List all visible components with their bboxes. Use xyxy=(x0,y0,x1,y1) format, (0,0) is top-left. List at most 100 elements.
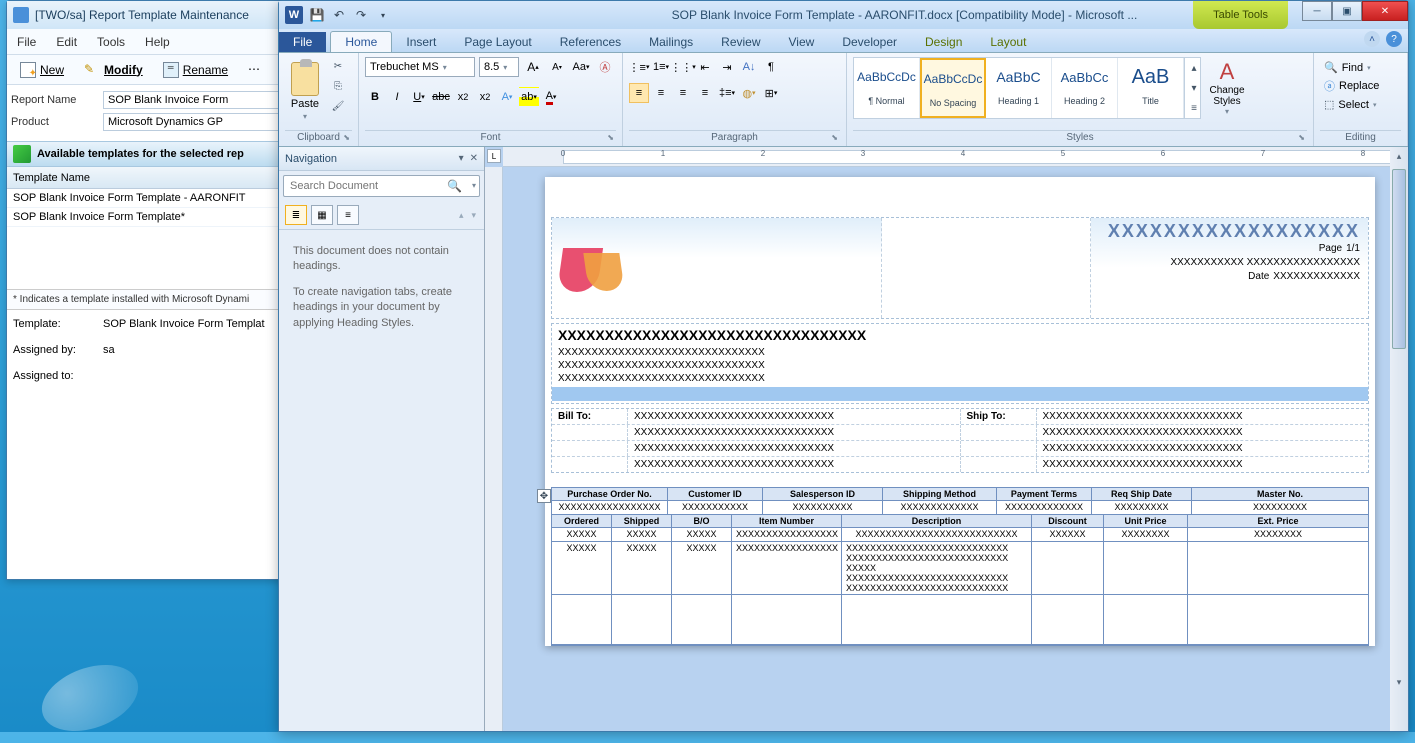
tab-view[interactable]: View xyxy=(775,32,829,52)
ship-to-label[interactable]: Ship To: xyxy=(961,409,1037,424)
tab-selector[interactable]: L xyxy=(487,149,501,163)
document-page[interactable]: XXXXXXXXXXXXXXXXXX Page1/1 XXXXXXXXXXX X… xyxy=(545,177,1375,646)
menu-file[interactable]: File xyxy=(17,35,36,49)
help-icon[interactable]: ? xyxy=(1386,31,1402,47)
nav-search-dropdown-icon[interactable]: ▾ xyxy=(472,181,476,190)
clipboard-dialog-icon[interactable]: ⬊ xyxy=(343,133,350,142)
style-title[interactable]: AaBTitle xyxy=(1118,58,1184,118)
font-color-button[interactable]: A▾ xyxy=(541,87,561,107)
search-icon[interactable]: 🔍 xyxy=(447,179,462,193)
font-name-combo[interactable]: Trebuchet MS▾ xyxy=(365,57,475,77)
highlight-button[interactable]: ab▾ xyxy=(519,87,539,107)
redo-icon[interactable]: ↷ xyxy=(353,7,369,23)
invoice-header-right[interactable]: XXXXXXXXXXXXXXXXXX Page1/1 XXXXXXXXXXX X… xyxy=(1091,218,1368,318)
menu-edit[interactable]: Edit xyxy=(56,35,77,49)
tab-mailings[interactable]: Mailings xyxy=(635,32,707,52)
change-styles-button[interactable]: AChange Styles▾ xyxy=(1205,57,1249,116)
close-button[interactable]: ✕ xyxy=(1362,1,1408,21)
clear-formatting-button[interactable]: Ⓐ xyxy=(595,57,615,77)
align-right-button[interactable]: ≡ xyxy=(673,83,693,103)
table-move-handle[interactable]: ✥ xyxy=(537,489,551,503)
bold-button[interactable]: B xyxy=(365,87,385,107)
invoice-logo-cell[interactable] xyxy=(552,218,882,318)
styles-expand[interactable]: ≡ xyxy=(1185,98,1203,118)
qat-dropdown-icon[interactable]: ▾ xyxy=(375,7,391,23)
bill-to-label[interactable]: Bill To: xyxy=(552,409,628,424)
style-no-spacing[interactable]: AaBbCcDcNo Spacing xyxy=(920,58,986,118)
tab-review[interactable]: Review xyxy=(707,32,774,52)
scroll-up-button[interactable]: ▴ xyxy=(1390,147,1408,165)
vertical-ruler[interactable] xyxy=(485,167,503,731)
superscript-button[interactable]: x2 xyxy=(475,87,495,107)
invoice-data-table[interactable]: Purchase Order No. Customer ID Salespers… xyxy=(551,487,1369,646)
tab-home[interactable]: Home xyxy=(330,31,392,52)
tab-insert[interactable]: Insert xyxy=(392,32,450,52)
font-size-combo[interactable]: 8.5▾ xyxy=(479,57,519,77)
vertical-scrollbar[interactable]: ▴ ▾ xyxy=(1390,147,1408,731)
nav-next-icon[interactable]: ▾ xyxy=(469,210,478,221)
styles-gallery[interactable]: AaBbCcDc¶ Normal AaBbCcDcNo Spacing AaBb… xyxy=(853,57,1201,119)
save-icon[interactable]: 💾 xyxy=(309,7,325,23)
shrink-font-button[interactable]: A▾ xyxy=(547,57,567,77)
increase-indent-button[interactable]: ⇥ xyxy=(717,57,737,77)
justify-button[interactable]: ≡ xyxy=(695,83,715,103)
maximize-button[interactable]: ▣ xyxy=(1332,1,1362,21)
paragraph-dialog-icon[interactable]: ⬊ xyxy=(831,133,838,142)
nav-prev-icon[interactable]: ▴ xyxy=(457,210,466,221)
tab-file[interactable]: File xyxy=(279,32,326,52)
italic-button[interactable]: I xyxy=(387,87,407,107)
scroll-thumb[interactable] xyxy=(1392,169,1406,349)
strike-button[interactable]: abc xyxy=(431,87,451,107)
rename-button[interactable]: ═Rename xyxy=(156,59,235,81)
decrease-indent-button[interactable]: ⇤ xyxy=(695,57,715,77)
undo-icon[interactable]: ↶ xyxy=(331,7,347,23)
font-dialog-icon[interactable]: ⬊ xyxy=(607,133,614,142)
format-painter-button[interactable]: 🖌 xyxy=(329,97,347,115)
bullets-button[interactable]: ⋮≡▾ xyxy=(629,57,649,77)
align-left-button[interactable]: ≡ xyxy=(629,83,649,103)
tab-layout[interactable]: Layout xyxy=(976,32,1040,52)
horizontal-ruler[interactable]: 012345678 xyxy=(503,147,1390,167)
select-button[interactable]: ⬚Select▾ xyxy=(1320,96,1381,113)
scroll-down-button[interactable]: ▾ xyxy=(1390,673,1408,691)
subscript-button[interactable]: x2 xyxy=(453,87,473,107)
new-button[interactable]: ✦New xyxy=(13,59,71,81)
replace-button[interactable]: ⓐReplace xyxy=(1320,76,1383,96)
menu-tools[interactable]: Tools xyxy=(97,35,125,49)
copy-button[interactable]: ⎘ xyxy=(329,77,347,95)
nav-dropdown-icon[interactable]: ▾ xyxy=(459,153,464,164)
text-effects-button[interactable]: A▾ xyxy=(497,87,517,107)
multilevel-button[interactable]: ⋮⋮▾ xyxy=(673,57,693,77)
invoice-address-block[interactable]: XXXXXXXXXXXXXXXXXXXXXXXXXXXXXXXXX XXXXXX… xyxy=(551,323,1369,404)
text-selection[interactable] xyxy=(552,387,1368,401)
paste-button[interactable]: Paste▾ xyxy=(285,57,325,125)
numbering-button[interactable]: 1≡▾ xyxy=(651,57,671,77)
style-heading-2[interactable]: AaBbCcHeading 2 xyxy=(1052,58,1118,118)
nav-close-icon[interactable]: ✕ xyxy=(470,153,478,164)
minimize-ribbon-icon[interactable]: ˄ xyxy=(1364,31,1380,47)
find-button[interactable]: 🔍Find▾ xyxy=(1320,59,1375,76)
nav-tab-headings[interactable]: ≣ xyxy=(285,205,307,225)
styles-dialog-icon[interactable]: ⬊ xyxy=(1298,133,1305,142)
styles-scroll-down[interactable]: ▾ xyxy=(1185,78,1203,98)
menu-help[interactable]: Help xyxy=(145,35,170,49)
align-center-button[interactable]: ≡ xyxy=(651,83,671,103)
underline-button[interactable]: U▾ xyxy=(409,87,429,107)
cut-button[interactable]: ✂ xyxy=(329,57,347,75)
tab-page-layout[interactable]: Page Layout xyxy=(450,32,545,52)
grow-font-button[interactable]: A▴ xyxy=(523,57,543,77)
invoice-header-table[interactable]: XXXXXXXXXXXXXXXXXX Page1/1 XXXXXXXXXXX X… xyxy=(551,217,1369,319)
sort-button[interactable]: A↓ xyxy=(739,57,759,77)
tab-developer[interactable]: Developer xyxy=(828,32,911,52)
change-case-button[interactable]: Aa▾ xyxy=(571,57,591,77)
tab-references[interactable]: References xyxy=(546,32,635,52)
nav-tab-results[interactable]: ≡ xyxy=(337,205,359,225)
minimize-button[interactable]: ─ xyxy=(1302,1,1332,21)
nav-tab-pages[interactable]: ▦ xyxy=(311,205,333,225)
bill-ship-table[interactable]: Bill To: XXXXXXXXXXXXXXXXXXXXXXXXXXXXXX … xyxy=(551,408,1369,473)
style-heading-1[interactable]: AaBbCHeading 1 xyxy=(986,58,1052,118)
show-marks-button[interactable]: ¶ xyxy=(761,57,781,77)
styles-scroll-up[interactable]: ▴ xyxy=(1185,58,1203,78)
tab-design[interactable]: Design xyxy=(911,32,976,52)
invoice-header-mid[interactable] xyxy=(882,218,1092,318)
